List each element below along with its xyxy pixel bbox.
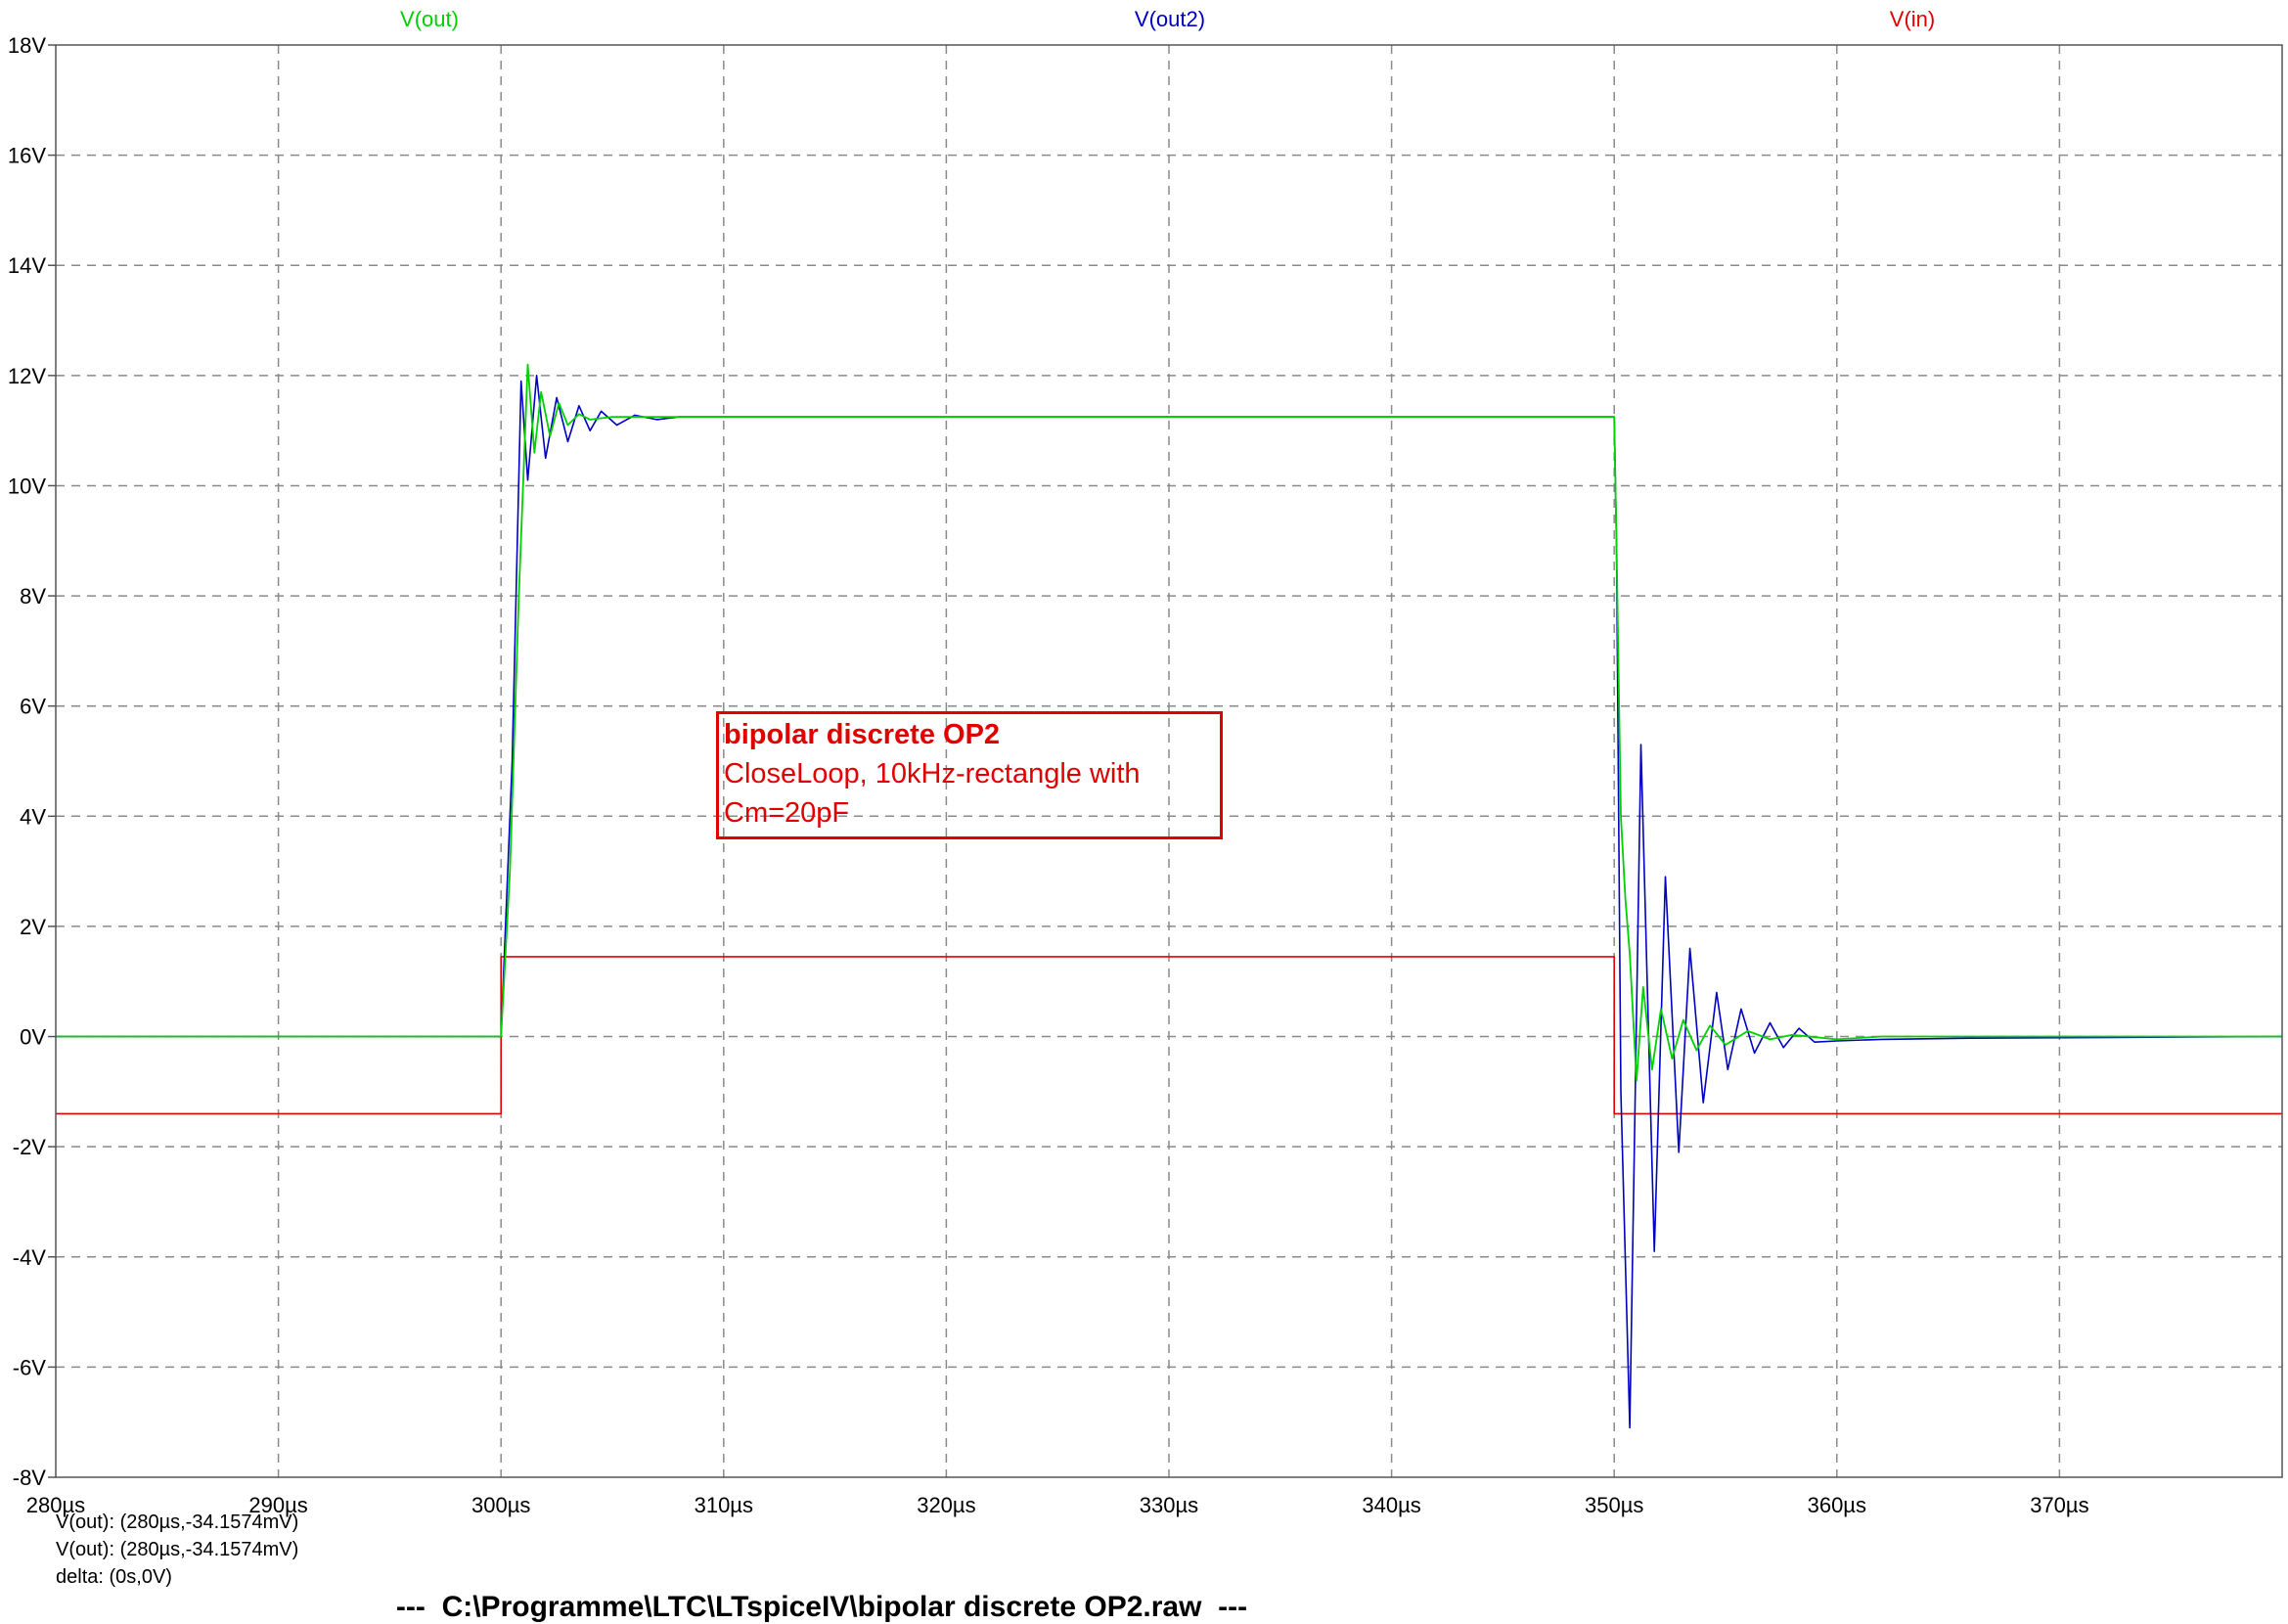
y-tick-label: 14V bbox=[8, 253, 46, 278]
annotation-line-1: CloseLoop, 10kHz-rectangle with bbox=[724, 758, 1141, 789]
x-tick-label: 310µs bbox=[695, 1493, 753, 1517]
x-tick-label: 320µs bbox=[917, 1493, 975, 1517]
annotation-line-2: Cm=20pF bbox=[724, 797, 850, 829]
y-tick-label: -2V bbox=[13, 1135, 47, 1159]
x-tick-label: 330µs bbox=[1140, 1493, 1198, 1517]
y-tick-label: 16V bbox=[8, 144, 46, 168]
cursor-delta: delta: (0s,0V) bbox=[56, 1566, 172, 1588]
cursor-readout-1: V(out): (280µs,-34.1574mV) bbox=[56, 1511, 299, 1533]
y-tick-label: -8V bbox=[13, 1466, 47, 1490]
x-tick-label: 350µs bbox=[1585, 1493, 1643, 1517]
y-tick-label: 2V bbox=[20, 915, 46, 939]
cursor-readout-2: V(out): (280µs,-34.1574mV) bbox=[56, 1539, 299, 1560]
x-tick-label: 340µs bbox=[1362, 1493, 1420, 1517]
y-tick-label: 12V bbox=[8, 364, 46, 388]
trace-legend: V(out) V(out2) V(in) bbox=[400, 7, 1935, 31]
y-tick-label: 0V bbox=[20, 1025, 46, 1050]
x-tick-label: 300µs bbox=[471, 1493, 530, 1517]
x-tick-label: 370µs bbox=[2030, 1493, 2088, 1517]
y-tick-label: 10V bbox=[8, 474, 46, 498]
y-tick-label: 4V bbox=[20, 804, 46, 829]
legend-label[interactable]: V(in) bbox=[1890, 7, 1935, 31]
legend-label[interactable]: V(out2) bbox=[1135, 7, 1205, 31]
annotation-title: bipolar discrete OP2 bbox=[724, 719, 1001, 750]
y-tick-label: 6V bbox=[20, 695, 46, 719]
y-tick-label: 18V bbox=[8, 33, 46, 58]
y-tick-label: -6V bbox=[13, 1355, 47, 1379]
x-tick-label: 360µs bbox=[1808, 1493, 1866, 1517]
raw-file-path: --- C:\Programme\LTC\LTspiceIV\bipolar d… bbox=[395, 1591, 1248, 1623]
y-tick-label: 8V bbox=[20, 584, 46, 609]
y-tick-label: -4V bbox=[13, 1245, 47, 1270]
legend-label[interactable]: V(out) bbox=[400, 7, 459, 31]
plot-annotation[interactable]: bipolar discrete OP2 CloseLoop, 10kHz-re… bbox=[716, 711, 1223, 839]
